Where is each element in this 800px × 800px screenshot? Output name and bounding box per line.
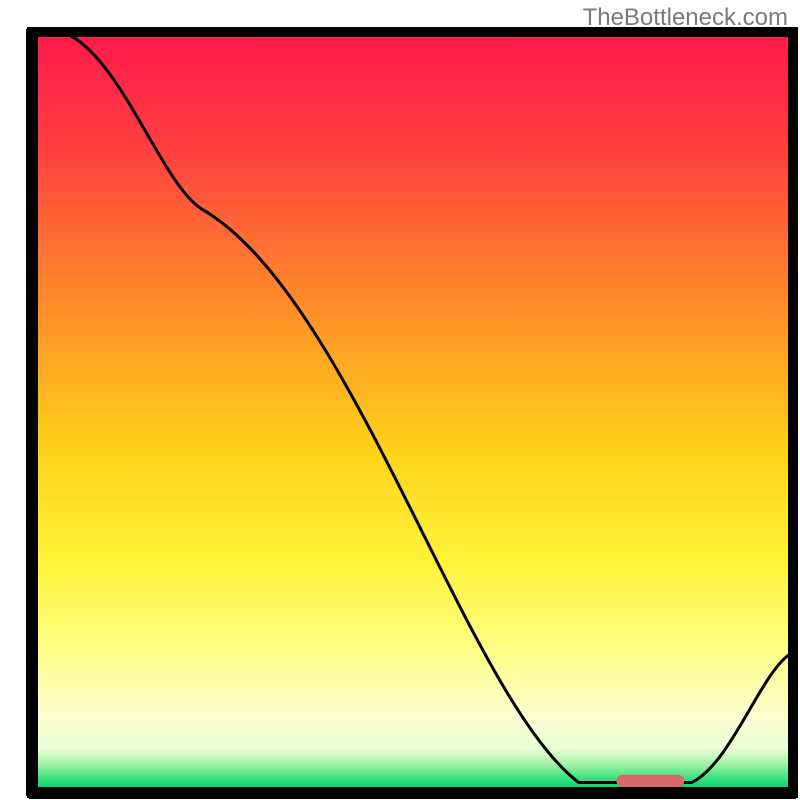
bottleneck-chart bbox=[0, 0, 800, 800]
watermark-text: TheBottleneck.com bbox=[583, 4, 788, 32]
gradient-background bbox=[35, 35, 790, 790]
optimal-range-marker bbox=[616, 775, 684, 787]
